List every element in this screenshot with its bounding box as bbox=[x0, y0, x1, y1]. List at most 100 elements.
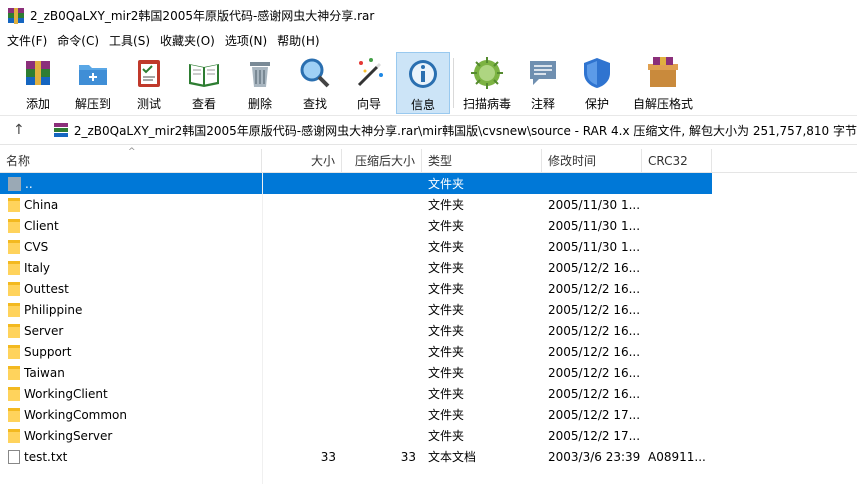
wizard-button[interactable]: 向导 bbox=[342, 52, 396, 114]
column-size[interactable]: 大小 bbox=[262, 149, 342, 173]
modified-cell: 2005/12/2 16... bbox=[548, 302, 641, 317]
find-button[interactable]: 查找 bbox=[288, 52, 342, 114]
file-row[interactable]: Italy 文件夹 2005/12/2 16... bbox=[0, 257, 857, 278]
file-type-cell: 文件夹 bbox=[428, 198, 465, 212]
modified-cell: 2005/12/2 16... bbox=[548, 365, 641, 380]
file-row[interactable]: Philippine 文件夹 2005/12/2 16... bbox=[0, 299, 857, 320]
column-packed-size[interactable]: 压缩后大小 bbox=[342, 149, 422, 173]
file-type-cell: 文件夹 bbox=[428, 408, 465, 422]
info-button[interactable]: 信息 bbox=[396, 52, 450, 114]
folder-icon bbox=[8, 344, 20, 359]
file-name-cell: WorkingClient bbox=[0, 386, 262, 401]
file-name: Server bbox=[24, 323, 64, 338]
parent-folder-icon bbox=[8, 176, 21, 191]
file-name-cell: Support bbox=[0, 344, 262, 359]
test-label: 测试 bbox=[136, 97, 161, 111]
menu-options[interactable]: 选项(N) bbox=[220, 31, 272, 52]
magnifier-icon bbox=[300, 58, 330, 88]
menu-favorites[interactable]: 收藏夹(O) bbox=[155, 31, 220, 52]
file-row[interactable]: Client 文件夹 2005/11/30 1... bbox=[0, 215, 857, 236]
file-row[interactable]: WorkingServer 文件夹 2005/12/2 17... bbox=[0, 425, 857, 446]
modified-cell: 2005/12/2 16... bbox=[548, 344, 641, 359]
trash-icon bbox=[250, 62, 270, 87]
file-row[interactable]: .. 文件夹 bbox=[0, 173, 712, 194]
modified-cell: 2005/12/2 16... bbox=[548, 386, 641, 401]
file-type-cell: 文件夹 bbox=[428, 345, 465, 359]
folder-icon bbox=[8, 386, 20, 401]
file-row[interactable]: Outtest 文件夹 2005/12/2 16... bbox=[0, 278, 857, 299]
folder-icon bbox=[8, 197, 20, 212]
column-crc32[interactable]: CRC32 bbox=[642, 149, 712, 173]
modified-cell: 2005/12/2 16... bbox=[548, 323, 641, 338]
packed-size-cell: 33 bbox=[400, 449, 416, 464]
info-label: 信息 bbox=[410, 98, 435, 112]
modified-cell: 2005/12/2 16... bbox=[548, 260, 641, 275]
folder-icon bbox=[8, 323, 20, 338]
file-type-cell: 文件夹 bbox=[428, 303, 465, 317]
comment-label: 注释 bbox=[530, 97, 555, 111]
menu-commands[interactable]: 命令(C) bbox=[52, 31, 104, 52]
view-button[interactable]: 查看 bbox=[176, 52, 232, 114]
protect-button[interactable]: 保护 bbox=[569, 52, 625, 114]
up-arrow-icon[interactable]: ↑ bbox=[0, 122, 38, 138]
menu-tools[interactable]: 工具(S) bbox=[104, 31, 155, 52]
comment-button[interactable]: 注释 bbox=[517, 52, 569, 114]
file-name: Client bbox=[24, 218, 59, 233]
file-row[interactable]: China 文件夹 2005/11/30 1... bbox=[0, 194, 857, 215]
file-row[interactable]: Server 文件夹 2005/12/2 16... bbox=[0, 320, 857, 341]
file-row[interactable]: Taiwan 文件夹 2005/12/2 16... bbox=[0, 362, 857, 383]
modified-cell: 2005/12/2 17... bbox=[548, 428, 641, 443]
folder-icon bbox=[8, 365, 20, 380]
add-button[interactable]: 添加 bbox=[12, 52, 64, 114]
sfx-button[interactable]: 自解压格式 bbox=[625, 52, 701, 114]
delete-button[interactable]: 删除 bbox=[232, 52, 288, 114]
file-row[interactable]: CVS 文件夹 2005/11/30 1... bbox=[0, 236, 857, 257]
extract-folder-icon bbox=[79, 65, 107, 85]
file-type-cell: 文件夹 bbox=[428, 282, 465, 296]
toolbar: 添加 解压到 测试 查看 删除 查找 向导 信息 扫描病毒 注释 保护 自解压格… bbox=[0, 52, 857, 116]
file-name-cell: Italy bbox=[0, 260, 262, 275]
file-name: Taiwan bbox=[24, 365, 65, 380]
virus-scan-label: 扫描病毒 bbox=[462, 97, 511, 111]
address-bar: ↑ 2_zB0QaLXY_mir2韩国2005年原版代码-感谢网虫大神分享.ra… bbox=[0, 116, 857, 145]
folder-icon bbox=[8, 407, 20, 422]
extract-to-button[interactable]: 解压到 bbox=[64, 52, 122, 114]
toolbar-separator bbox=[453, 58, 454, 108]
folder-icon bbox=[8, 218, 20, 233]
column-modified[interactable]: 修改时间 bbox=[542, 149, 642, 173]
file-name-cell: China bbox=[0, 197, 262, 212]
virus-scan-button[interactable]: 扫描病毒 bbox=[457, 52, 517, 114]
column-type[interactable]: 类型 bbox=[422, 149, 542, 173]
file-type-cell: 文本文档 bbox=[428, 450, 477, 464]
file-rows: .. 文件夹 China 文件夹 2005/11/30 1... Client 文件夹 200… bbox=[0, 173, 857, 467]
file-row[interactable]: test.txt 33 33 文本文档 2003/3/6 23:39 A08911... bbox=[0, 446, 857, 467]
file-name-cell: Server bbox=[0, 323, 262, 338]
test-button[interactable]: 测试 bbox=[122, 52, 176, 114]
file-name-cell: Philippine bbox=[0, 302, 262, 317]
file-type-cell: 文件夹 bbox=[428, 429, 465, 443]
folder-icon bbox=[8, 239, 20, 254]
file-row[interactable]: WorkingCommon 文件夹 2005/12/2 17... bbox=[0, 404, 857, 425]
menu-help[interactable]: 帮助(H) bbox=[272, 31, 324, 52]
file-type-cell: 文件夹 bbox=[428, 219, 465, 233]
folder-icon bbox=[8, 281, 20, 296]
menu-file[interactable]: 文件(F) bbox=[2, 31, 52, 52]
rar-archive-icon bbox=[53, 123, 68, 137]
modified-cell: 2005/11/30 1... bbox=[548, 218, 641, 233]
file-name: Support bbox=[24, 344, 72, 359]
file-row[interactable]: Support 文件夹 2005/12/2 16... bbox=[0, 341, 857, 362]
sfx-box-icon bbox=[648, 57, 678, 87]
file-name-cell: CVS bbox=[0, 239, 262, 254]
path-field[interactable]: 2_zB0QaLXY_mir2韩国2005年原版代码-感谢网虫大神分享.rar\… bbox=[38, 119, 857, 141]
file-name-cell: Client bbox=[0, 218, 262, 233]
extract-to-label: 解压到 bbox=[74, 97, 111, 111]
modified-cell: 2003/3/6 23:39 bbox=[548, 449, 641, 464]
add-books-icon bbox=[26, 61, 50, 85]
file-name-cell: WorkingCommon bbox=[0, 407, 262, 422]
folder-icon bbox=[8, 302, 20, 317]
protect-label: 保护 bbox=[584, 97, 609, 111]
file-name: CVS bbox=[24, 239, 49, 254]
file-name: Outtest bbox=[24, 281, 69, 296]
sfx-label: 自解压格式 bbox=[632, 97, 693, 111]
file-row[interactable]: WorkingClient 文件夹 2005/12/2 16... bbox=[0, 383, 857, 404]
